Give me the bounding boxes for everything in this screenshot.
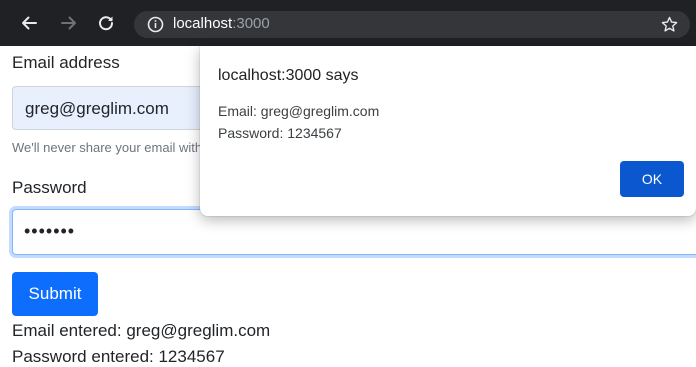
email-field-value: greg@greglim.com <box>25 99 169 118</box>
dialog-password-line: Password: 1234567 <box>218 125 342 141</box>
submit-button[interactable]: Submit <box>12 272 98 316</box>
alert-dialog: localhost:3000 says Email: greg@greglim.… <box>200 46 696 216</box>
password-label: Password <box>12 178 87 197</box>
password-field-value: ••••••• <box>24 221 76 241</box>
dialog-email-line: Email: greg@greglim.com <box>218 103 380 119</box>
address-url[interactable]: localhost:3000 <box>173 15 270 33</box>
back-arrow-icon[interactable] <box>18 12 40 34</box>
forward-arrow-icon[interactable] <box>58 12 80 34</box>
email-label: Email address <box>12 53 120 72</box>
email-entered-text: Email entered: greg@greglim.com <box>12 321 271 340</box>
password-entered-text: Password entered: 1234567 <box>12 347 225 366</box>
bookmark-star-icon[interactable] <box>661 16 678 38</box>
url-host: localhost <box>173 15 233 32</box>
email-help-text: We'll never share your email with anyone… <box>12 140 200 155</box>
url-port: :3000 <box>232 15 270 32</box>
address-bar[interactable]: localhost:3000 <box>134 11 690 38</box>
dialog-title: localhost:3000 says <box>218 67 359 84</box>
info-icon[interactable] <box>147 16 164 38</box>
ok-button[interactable]: OK <box>620 161 684 197</box>
reload-icon[interactable] <box>95 12 117 34</box>
browser-toolbar: localhost:3000 <box>0 0 696 46</box>
